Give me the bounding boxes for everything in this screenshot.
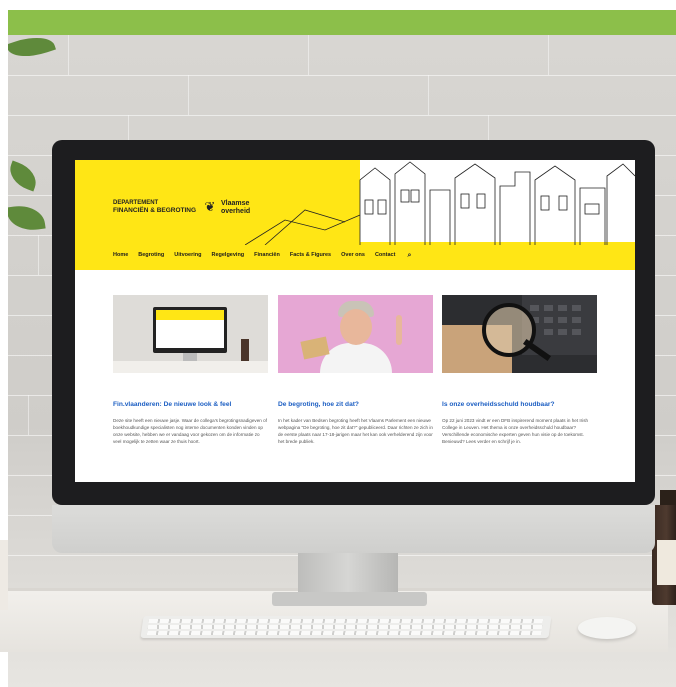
nav-home[interactable]: Home <box>113 252 128 260</box>
card-excerpt: Deze site heeft een nieuwe jasje. Waar d… <box>113 418 267 444</box>
bottle-label <box>657 540 676 585</box>
nav-facts-figures[interactable]: Facts & Figures <box>290 252 331 260</box>
card-image[interactable] <box>278 295 433 373</box>
nav-contact[interactable]: Contact <box>375 252 395 260</box>
nav-begroting[interactable]: Begroting <box>138 252 164 260</box>
desk-object <box>0 540 8 610</box>
search-icon[interactable]: ⌕ <box>407 252 411 260</box>
top-margin <box>0 0 676 10</box>
plant-leaf <box>8 35 56 64</box>
monitor-foot <box>272 592 427 606</box>
card-excerpt: Op 22 juni 2023 vindt er een DFB inspire… <box>442 418 589 444</box>
department-line2: FINANCIËN & BEGROTING <box>113 207 197 214</box>
keyboard <box>140 616 552 638</box>
news-card[interactable]: Fin.vlaanderen: De nieuwe look & feel De… <box>113 295 268 445</box>
building-illustration <box>245 161 635 245</box>
card-title[interactable]: Is onze overheidsschuld houdbaar? <box>442 401 597 408</box>
main-navigation: Home Begroting Uitvoering Regelgeving Fi… <box>113 252 411 260</box>
department-name[interactable]: DEPARTEMENT FINANCIËN & BEGROTING <box>113 200 196 214</box>
flemish-lion-icon: ❦ <box>204 199 216 214</box>
vlaamse-overheid-logo[interactable]: Vlaamse overheid <box>221 200 250 216</box>
plant-leaf <box>8 160 41 192</box>
monitor-stand <box>298 553 398 595</box>
news-card[interactable]: De begroting, hoe zit dat? In het kader … <box>278 295 433 445</box>
card-image[interactable] <box>442 295 597 373</box>
mouse <box>578 617 636 639</box>
news-card[interactable]: Is onze overheidsschuld houdbaar? Op 22 … <box>442 295 597 445</box>
card-title[interactable]: De begroting, hoe zit dat? <box>278 401 433 408</box>
site-header: DEPARTEMENT FINANCIËN & BEGROTING ❦ Vlaa… <box>75 160 635 270</box>
card-image[interactable] <box>113 295 268 373</box>
nav-financien[interactable]: Financiën <box>254 252 280 260</box>
nav-regelgeving[interactable]: Regelgeving <box>211 252 244 260</box>
department-line1: DEPARTEMENT <box>113 200 159 206</box>
header-banner <box>8 10 676 35</box>
logo-line2: overheid <box>221 208 251 215</box>
card-excerpt: In het kader van Bedsen begroting heeft … <box>278 418 433 444</box>
nav-uitvoering[interactable]: Uitvoering <box>174 252 201 260</box>
plant-leaf <box>8 202 46 234</box>
monitor-chin <box>52 505 655 553</box>
logo-line1: Vlaamse <box>221 200 250 207</box>
card-title[interactable]: Fin.vlaanderen: De nieuwe look & feel <box>113 401 268 408</box>
website-screen: DEPARTEMENT FINANCIËN & BEGROTING ❦ Vlaa… <box>75 160 635 482</box>
nav-over-ons[interactable]: Over ons <box>341 252 365 260</box>
